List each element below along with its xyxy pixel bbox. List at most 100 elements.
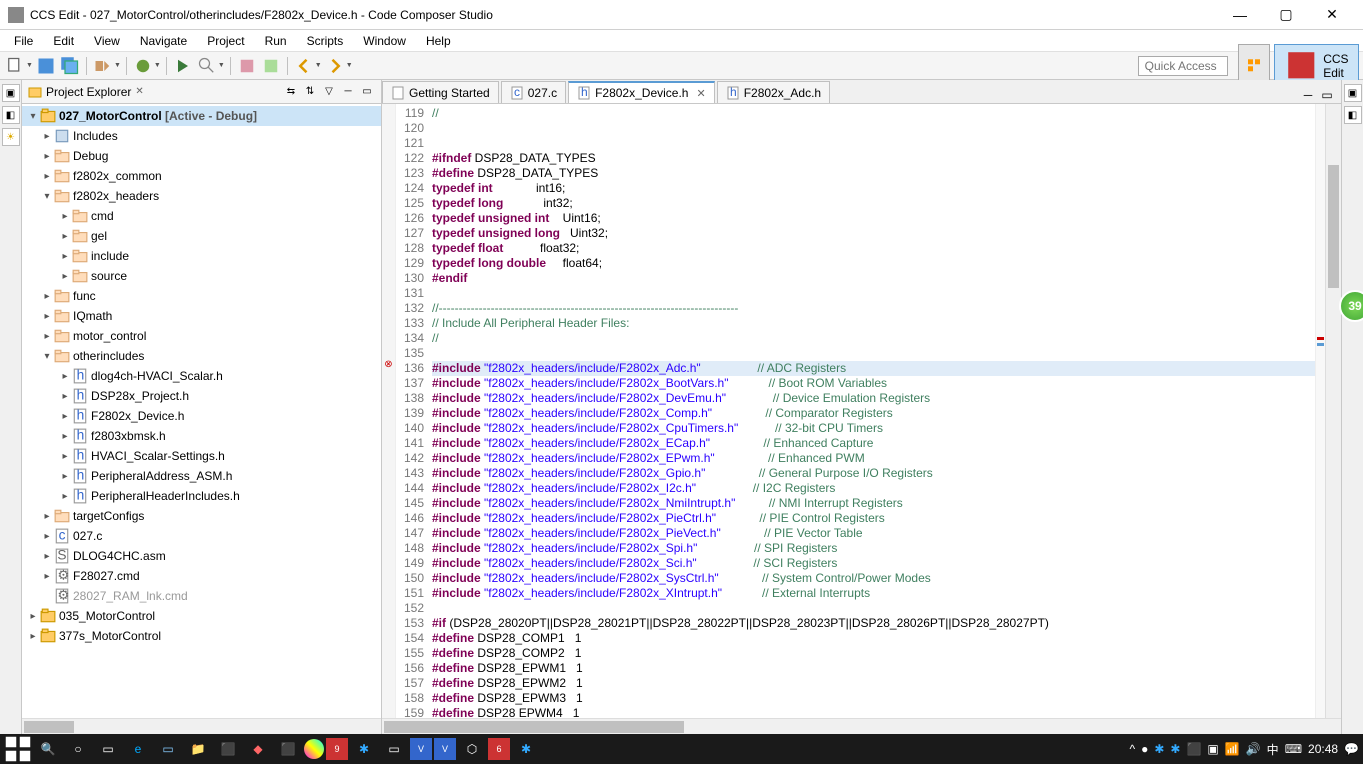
tree-item-377s-motorcontrol[interactable]: ▸377s_MotorControl [22,626,381,646]
collapse-all-button[interactable]: ⇆ [283,84,299,100]
code-line-134[interactable]: // [432,331,1315,346]
task-app-11[interactable]: V [410,738,432,760]
code-line-149[interactable]: #include "f2802x_headers/include/F2802x_… [432,556,1315,571]
code-line-121[interactable] [432,136,1315,151]
menu-file[interactable]: File [4,32,43,50]
tray-volume-icon[interactable]: 🔊 [1246,742,1261,756]
tree-item-f2802x-device-h[interactable]: ▸hF2802x_Device.h [22,406,381,426]
tree-item-dsp28x-project-h[interactable]: ▸hDSP28x_Project.h [22,386,381,406]
expand-icon[interactable]: ▸ [40,171,54,182]
expand-icon[interactable]: ▸ [40,531,54,542]
build-button[interactable] [92,55,114,77]
code-line-126[interactable]: typedef unsigned int Uint16; [432,211,1315,226]
task-app-13[interactable]: ⬡ [458,735,486,763]
tree-item-otherincludes[interactable]: ▾otherincludes [22,346,381,366]
expand-icon[interactable]: ▸ [40,511,54,522]
maximize-button[interactable]: ▢ [1263,0,1309,30]
trim-button-r1[interactable]: ▣ [1344,84,1362,102]
overview-ruler[interactable] [1315,104,1325,718]
editor-min-icon[interactable]: ─ [1300,87,1316,103]
close-tab-icon[interactable]: ✕ [696,87,705,100]
editor-tab-getting-started[interactable]: Getting Started [382,81,499,103]
tree-item-iqmath[interactable]: ▸IQmath [22,306,381,326]
expand-icon[interactable]: ▸ [58,491,72,502]
code-line-153[interactable]: #if (DSP28_28020PT||DSP28_28021PT||DSP28… [432,616,1315,631]
code-line-159[interactable]: #define DSP28 EPWM4 1 [432,706,1315,718]
tree-item-hvaci-scalar-settings-h[interactable]: ▸hHVACI_Scalar-Settings.h [22,446,381,466]
save-all-button[interactable] [59,55,81,77]
task-app-8[interactable]: 9 [326,738,348,760]
nav-back-button[interactable] [293,55,315,77]
tray-wifi-icon[interactable]: 📶 [1225,742,1240,756]
expand-icon[interactable]: ▸ [40,151,54,162]
menu-help[interactable]: Help [416,32,461,50]
code-line-122[interactable]: #ifndef DSP28_DATA_TYPES [432,151,1315,166]
expand-icon[interactable]: ▸ [58,371,72,382]
tray-notifications-icon[interactable]: 💬 [1344,742,1359,756]
expand-icon[interactable]: ▾ [40,191,54,202]
code-line-147[interactable]: #include "f2802x_headers/include/F2802x_… [432,526,1315,541]
code-line-152[interactable] [432,601,1315,616]
project-tree[interactable]: ▾027_MotorControl [Active - Debug]▸Inclu… [22,104,381,718]
tree-item-027-c[interactable]: ▸c027.c [22,526,381,546]
code-line-131[interactable] [432,286,1315,301]
expand-icon[interactable]: ▾ [40,351,54,362]
code-line-156[interactable]: #define DSP28_EPWM1 1 [432,661,1315,676]
task-app-7[interactable] [304,739,324,759]
tree-item-28027-ram-lnk-cmd[interactable]: ⚙28027_RAM_lnk.cmd [22,586,381,606]
code-line-138[interactable]: #include "f2802x_headers/include/F2802x_… [432,391,1315,406]
code-line-150[interactable]: #include "f2802x_headers/include/F2802x_… [432,571,1315,586]
expand-icon[interactable]: ▸ [40,571,54,582]
expand-icon[interactable]: ▸ [58,431,72,442]
expand-icon[interactable]: ▸ [26,631,40,642]
search-button[interactable] [196,55,218,77]
code-line-155[interactable]: #define DSP28_COMP2 1 [432,646,1315,661]
expand-icon[interactable]: ▸ [40,291,54,302]
tray-up-icon[interactable]: ^ [1129,742,1135,756]
task-app-2[interactable]: ▭ [154,735,182,763]
editor-tab-f2802x-device-h[interactable]: hF2802x_Device.h✕ [568,81,715,103]
code-editor-content[interactable]: //#ifndef DSP28_DATA_TYPES#define DSP28_… [428,104,1315,718]
task-app-10[interactable]: ▭ [380,735,408,763]
editor-max-icon[interactable]: ▭ [1319,87,1335,103]
tree-item-dlog4ch-hvaci-scalar-h[interactable]: ▸hdlog4ch-HVACI_Scalar.h [22,366,381,386]
task-app-14[interactable]: 6 [488,738,510,760]
tree-item-motor-control[interactable]: ▸motor_control [22,326,381,346]
code-line-148[interactable]: #include "f2802x_headers/include/F2802x_… [432,541,1315,556]
tree-item-f2802x-common[interactable]: ▸f2802x_common [22,166,381,186]
code-line-146[interactable]: #include "f2802x_headers/include/F2802x_… [432,511,1315,526]
explorer-h-scrollbar[interactable] [22,718,381,734]
code-line-129[interactable]: typedef long double float64; [432,256,1315,271]
tree-item-f2803xbmsk-h[interactable]: ▸hf2803xbmsk.h [22,426,381,446]
expand-icon[interactable]: ▸ [40,311,54,322]
expand-icon[interactable]: ▸ [40,551,54,562]
code-line-123[interactable]: #define DSP28_DATA_TYPES [432,166,1315,181]
code-line-128[interactable]: typedef float float32; [432,241,1315,256]
search-taskbar-button[interactable]: 🔍 [34,735,62,763]
tray-chrome-icon[interactable]: ● [1141,742,1148,756]
tree-item-debug[interactable]: ▸Debug [22,146,381,166]
task-app-1[interactable]: e [124,735,152,763]
tray-keyboard-icon[interactable]: ⌨ [1285,742,1302,756]
link-editor-button[interactable]: ⇅ [302,84,318,100]
code-line-132[interactable]: //--------------------------------------… [432,301,1315,316]
menu-edit[interactable]: Edit [43,32,84,50]
maximize-view-button[interactable]: ▭ [359,84,375,100]
code-line-119[interactable]: // [432,106,1315,121]
tree-item-includes[interactable]: ▸Includes [22,126,381,146]
task-app-6[interactable]: ⬛ [274,735,302,763]
project-explorer-tab[interactable]: Project Explorer ✕ ⇆ ⇅ ▽ ─ ▭ [22,80,381,104]
code-line-125[interactable]: typedef long int32; [432,196,1315,211]
nav-fwd-button[interactable] [324,55,346,77]
expand-icon[interactable]: ▸ [26,611,40,622]
expand-icon[interactable]: ▸ [40,131,54,142]
tree-item-peripheraladdress-asm-h[interactable]: ▸hPeripheralAddress_ASM.h [22,466,381,486]
editor-tab-027-c[interactable]: c027.c [501,81,566,103]
trim-button-2[interactable]: ◧ [2,106,20,124]
menu-view[interactable]: View [84,32,130,50]
code-line-158[interactable]: #define DSP28_EPWM3 1 [432,691,1315,706]
expand-icon[interactable]: ▸ [58,391,72,402]
menu-window[interactable]: Window [353,32,416,50]
code-line-143[interactable]: #include "f2802x_headers/include/F2802x_… [432,466,1315,481]
tree-item-dlog4chc-asm[interactable]: ▸SDLOG4CHC.asm [22,546,381,566]
